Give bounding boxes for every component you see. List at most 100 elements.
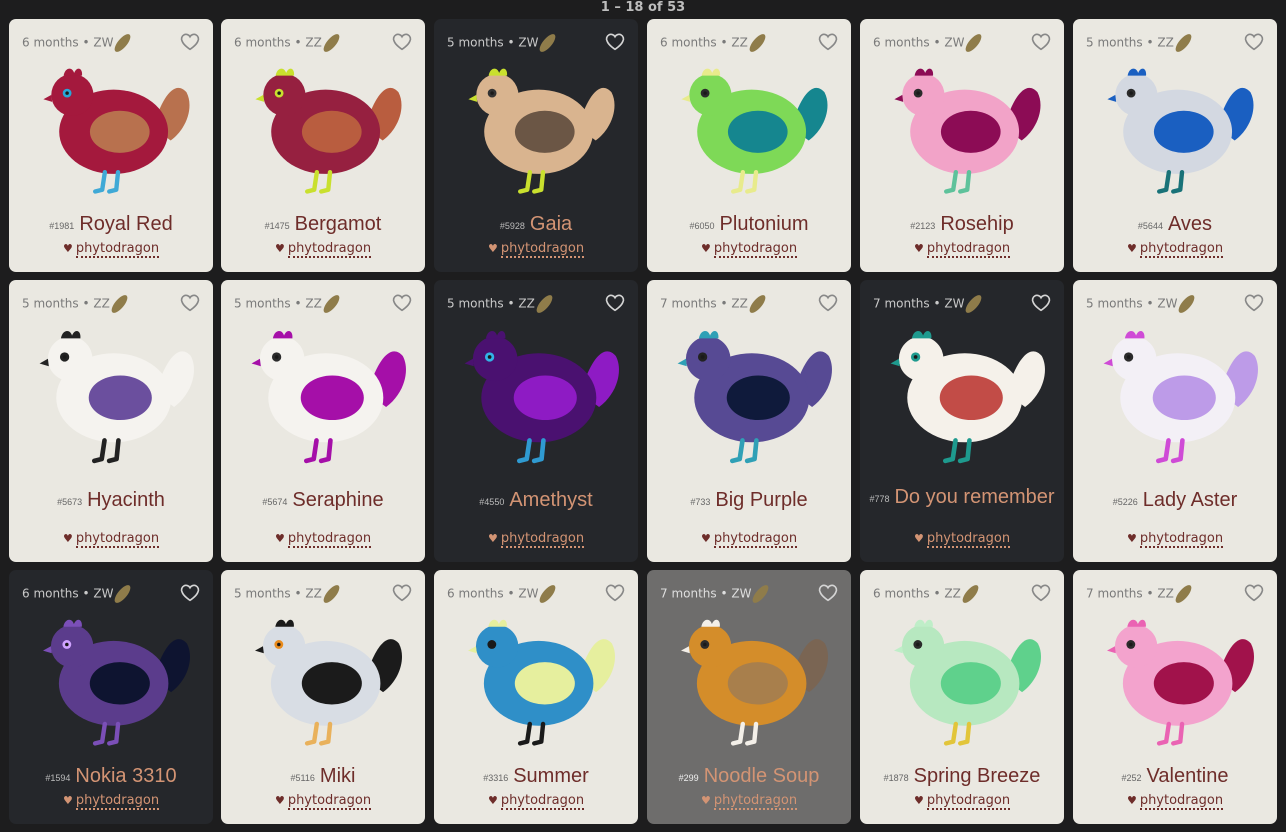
chicken-card[interactable]: 7 months • ZZ #252 Valentine ♥ phytodragon (1073, 570, 1277, 824)
chicken-title[interactable]: #5674 Seraphine (227, 486, 419, 516)
chicken-card[interactable]: 6 months • ZW #2123 Rosehip ♥ phytodragon (860, 19, 1064, 272)
favorite-heart-icon[interactable] (604, 292, 626, 314)
favorite-heart-icon[interactable] (817, 31, 839, 53)
chicken-card[interactable]: 7 months • ZW #778 Do you remember ♥ phytodr… (860, 280, 1064, 562)
favorite-heart-icon[interactable] (604, 582, 626, 604)
owner-name[interactable]: phytodragon (287, 241, 372, 258)
owner-name[interactable]: phytodragon (287, 793, 372, 810)
favorite-heart-icon[interactable] (1030, 582, 1052, 604)
owner-link[interactable]: ♥ phytodragon (221, 531, 425, 548)
owner-link[interactable]: ♥ phytodragon (647, 241, 851, 258)
chicken-title[interactable]: #2123 Rosehip (866, 210, 1058, 240)
owner-link[interactable]: ♥ phytodragon (1073, 793, 1277, 810)
owner-link[interactable]: ♥ phytodragon (9, 241, 213, 258)
chicken-card[interactable]: 5 months • ZZ #5673 Hyacinth ♥ phytodragon (9, 280, 213, 562)
chicken-card[interactable]: 6 months • ZZ #1878 Spring Breeze ♥ phytodra… (860, 570, 1064, 824)
owner-link[interactable]: ♥ phytodragon (9, 793, 213, 810)
chicken-title[interactable]: #299 Noodle Soup (653, 762, 845, 792)
chicken-title[interactable]: #4550 Amethyst (440, 486, 632, 516)
owner-link[interactable]: ♥ phytodragon (221, 241, 425, 258)
chicken-title[interactable]: #6050 Plutonium (653, 210, 845, 240)
chicken-title[interactable]: #252 Valentine (1079, 762, 1271, 792)
owner-link[interactable]: ♥ phytodragon (647, 793, 851, 810)
chicken-card[interactable]: 5 months • ZW #5226 Lady Aster ♥ phytodragon (1073, 280, 1277, 562)
chicken-card[interactable]: 5 months • ZZ #4550 Amethyst ♥ phytodragon (434, 280, 638, 562)
chicken-title[interactable]: #5928 Gaia (440, 210, 632, 240)
chicken-age-sex: 6 months • ZZ (234, 31, 342, 55)
favorite-heart-icon[interactable] (391, 582, 413, 604)
owner-link[interactable]: ♥ phytodragon (860, 793, 1064, 810)
chicken-title[interactable]: #1594 Nokia 3310 (15, 762, 207, 792)
favorite-heart-icon[interactable] (1243, 582, 1265, 604)
heart-icon: ♥ (487, 794, 498, 807)
chicken-title[interactable]: #733 Big Purple (653, 486, 845, 516)
chicken-title[interactable]: #1475 Bergamot (227, 210, 419, 240)
owner-name[interactable]: phytodragon (287, 531, 372, 548)
favorite-heart-icon[interactable] (817, 582, 839, 604)
owner-name[interactable]: phytodragon (75, 531, 160, 548)
owner-name[interactable]: phytodragon (75, 793, 160, 810)
owner-link[interactable]: ♥ phytodragon (434, 793, 638, 810)
chicken-card[interactable]: 6 months • ZW #1981 Royal Red ♥ phytodragon (9, 19, 213, 272)
chicken-card[interactable]: 5 months • ZZ #5116 Miki ♥ phytodragon (221, 570, 425, 824)
favorite-heart-icon[interactable] (1030, 31, 1052, 53)
chicken-card[interactable]: 6 months • ZW #3316 Summer ♥ phytodragon (434, 570, 638, 824)
chicken-illustration (9, 305, 213, 472)
favorite-heart-icon[interactable] (391, 31, 413, 53)
favorite-heart-icon[interactable] (1243, 292, 1265, 314)
chicken-title[interactable]: #778 Do you remember (866, 483, 1058, 513)
chicken-card[interactable]: 5 months • ZZ #5674 Seraphine ♥ phytodragon (221, 280, 425, 562)
chicken-card[interactable]: 5 months • ZW #5928 Gaia ♥ phytodragon (434, 19, 638, 272)
favorite-heart-icon[interactable] (604, 31, 626, 53)
owner-name[interactable]: phytodragon (926, 241, 1011, 258)
owner-name[interactable]: phytodragon (926, 793, 1011, 810)
owner-link[interactable]: ♥ phytodragon (1073, 531, 1277, 548)
favorite-heart-icon[interactable] (179, 31, 201, 53)
owner-name[interactable]: phytodragon (1139, 241, 1224, 258)
chicken-title[interactable]: #1878 Spring Breeze (866, 762, 1058, 792)
owner-name[interactable]: phytodragon (1139, 531, 1224, 548)
favorite-heart-icon[interactable] (817, 292, 839, 314)
owner-name[interactable]: phytodragon (713, 241, 798, 258)
chicken-card[interactable]: 6 months • ZZ #6050 Plutonium ♥ phytodragon (647, 19, 851, 272)
owner-link[interactable]: ♥ phytodragon (434, 531, 638, 548)
owner-name[interactable]: phytodragon (500, 531, 585, 548)
chicken-sex: ZW (944, 35, 965, 50)
chicken-title[interactable]: #3316 Summer (440, 762, 632, 792)
chicken-title[interactable]: #5116 Miki (227, 762, 419, 792)
chicken-name: Amethyst (509, 489, 593, 511)
chicken-card[interactable]: 6 months • ZW #1594 Nokia 3310 ♥ phytodragon (9, 570, 213, 824)
favorite-heart-icon[interactable] (1030, 292, 1052, 314)
chicken-age: 6 months (660, 35, 717, 50)
chicken-card[interactable]: 6 months • ZZ #1475 Bergamot ♥ phytodragon (221, 19, 425, 272)
owner-name[interactable]: phytodragon (713, 793, 798, 810)
owner-name[interactable]: phytodragon (1139, 793, 1224, 810)
owner-name[interactable]: phytodragon (926, 531, 1011, 548)
owner-name[interactable]: phytodragon (500, 793, 585, 810)
chicken-title[interactable]: #5226 Lady Aster (1079, 486, 1271, 516)
chicken-card[interactable]: 7 months • ZW #299 Noodle Soup ♥ phytodragon (647, 570, 851, 824)
chicken-card[interactable]: 5 months • ZZ #5644 Aves ♥ phytodragon (1073, 19, 1277, 272)
owner-name[interactable]: phytodragon (713, 531, 798, 548)
owner-link[interactable]: ♥ phytodragon (860, 241, 1064, 258)
chicken-title[interactable]: #5673 Hyacinth (15, 486, 207, 516)
favorite-heart-icon[interactable] (1243, 31, 1265, 53)
chicken-title[interactable]: #1981 Royal Red (15, 210, 207, 240)
owner-link[interactable]: ♥ phytodragon (647, 531, 851, 548)
owner-link[interactable]: ♥ phytodragon (434, 241, 638, 258)
heart-icon: ♥ (913, 532, 924, 545)
owner-link[interactable]: ♥ phytodragon (1073, 241, 1277, 258)
owner-name[interactable]: phytodragon (500, 241, 585, 258)
owner-link[interactable]: ♥ phytodragon (9, 531, 213, 548)
owner-link[interactable]: ♥ phytodragon (221, 793, 425, 810)
chicken-title[interactable]: #5644 Aves (1079, 210, 1271, 240)
heart-icon: ♥ (913, 242, 924, 255)
owner-link[interactable]: ♥ phytodragon (860, 531, 1064, 548)
favorite-heart-icon[interactable] (179, 582, 201, 604)
chicken-card[interactable]: 7 months • ZZ #733 Big Purple ♥ phytodragon (647, 280, 851, 562)
chicken-sex: ZZ (731, 35, 748, 50)
owner-name[interactable]: phytodragon (75, 241, 160, 258)
chicken-sex: ZW (944, 296, 965, 311)
favorite-heart-icon[interactable] (179, 292, 201, 314)
favorite-heart-icon[interactable] (391, 292, 413, 314)
